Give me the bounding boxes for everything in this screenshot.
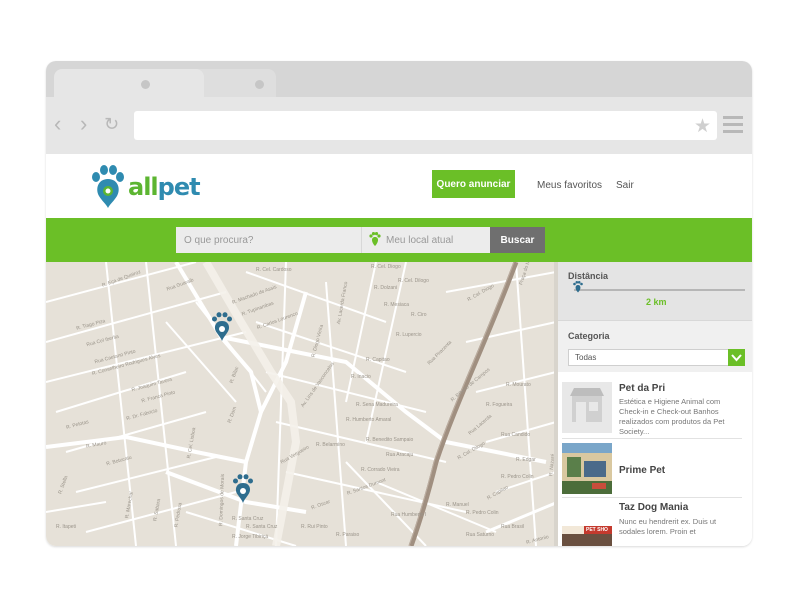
slider-handle-icon[interactable] [573,281,583,293]
street-label: R. Pedro Colin [466,510,499,516]
star-icon[interactable]: ★ [694,115,711,138]
result-title[interactable]: Pet da Pri [619,383,665,394]
location-placeholder: Meu local atual [386,234,454,246]
tab-close-icon[interactable] [255,80,264,89]
buscar-button[interactable]: Buscar [490,227,545,253]
result-item[interactable]: PET SHO Taz Dog Mania Nunc eu hendrerit … [562,502,742,546]
forward-icon[interactable]: › [80,113,87,135]
address-bar[interactable]: ★ [134,111,717,140]
site-header: allpet Quero anunciar Meus favoritos Sai… [46,154,752,218]
back-icon[interactable]: ‹ [54,113,61,135]
street-label: R. Inacio [351,374,371,380]
street-label: R. Itapeti [56,524,77,530]
street-label: R. Paraiso [336,532,360,538]
search-input[interactable]: O que procura? [176,227,361,253]
quero-anunciar-button[interactable]: Quero anunciar [432,170,515,198]
tab-close-icon[interactable] [141,80,150,89]
map-pin-icon[interactable] [211,312,233,342]
reload-icon[interactable]: ↻ [104,115,119,133]
results-panel: Distância 2 km Categoria Todas Pet da Pr… [558,262,752,546]
street-label: R. Benedito Sampaio [366,437,414,443]
street-label: R. Santa Cruz [246,524,278,530]
browser-toolbar: ‹ › ↻ ★ [46,97,752,154]
store-icon [562,382,612,433]
nav-link-sair[interactable]: Sair [616,180,634,191]
search-bar: O que procura? Meu local atual Buscar [46,218,752,262]
street-label: R. Corrado Vieira [361,467,400,473]
street-label: R. Edgar [516,457,536,463]
street-label: R. Manuel [446,502,469,508]
distance-filter: Distância 2 km [558,262,752,320]
result-title[interactable]: Prime Pet [619,465,665,476]
street-label: R. Dolzani [374,285,398,291]
paw-pin-icon [92,165,124,208]
result-item[interactable]: Pet da Pri Estética e Higiene Animal com… [562,378,742,439]
street-label: R. Mourato [506,382,531,388]
street-label: R. Capitao [366,357,390,363]
street-label: R. Santa Cruz [232,516,264,522]
nav-link-favoritos[interactable]: Meus favoritos [537,180,602,191]
street-label: R. Ciro [411,312,427,318]
category-selected: Todas [575,353,597,362]
street-label: R. Cel. Cardoso [256,267,292,273]
category-select[interactable]: Todas [568,349,745,366]
result-item[interactable]: Prime Pet [562,443,742,498]
logo[interactable]: allpet [90,164,201,210]
browser-window: ‹ › ↻ ★ allpet Quero anunciar Meus favor… [46,61,752,546]
chevron-down-icon[interactable] [728,349,745,366]
street-label: R. Cel. Diogo [371,264,401,270]
result-photo [562,443,612,494]
street-label: Rua Aracaju [386,452,414,458]
result-photo-sign: PET SHO [586,527,608,533]
category-label: Categoria [568,331,610,341]
web-page: allpet Quero anunciar Meus favoritos Sai… [46,154,752,546]
location-pin-icon [369,232,381,246]
street-label: R. Pedro Colin [501,474,534,480]
map-pin-icon[interactable] [232,474,254,504]
distance-slider-track[interactable] [574,289,745,291]
browser-chrome: ‹ › ↻ ★ [46,61,752,154]
result-description: Estética e Higiene Animal com Check-in e… [619,397,725,436]
street-label: R. Jorge Tibiriçá [232,534,269,540]
street-label: R. Belarmino [316,442,345,448]
distance-label: Distância [568,271,609,281]
street-label: Rua Saturno [466,532,495,538]
logo-text: allpet [128,173,201,201]
browser-tab-active[interactable] [54,69,204,99]
menu-icon[interactable] [723,116,743,137]
result-title[interactable]: Taz Dog Mania [619,502,688,513]
street-label: R. Fogueira [486,402,513,408]
street-label: R. Sena Madureira [356,402,398,408]
street-label: R. Lupercio [396,332,422,338]
street-label: R. Mesiaca [384,302,410,308]
result-photo: PET SHO [562,526,612,546]
distance-value: 2 km [646,297,667,307]
street-label: R. Rui Pinto [301,524,328,530]
map[interactable]: R. Cel. Diogo R. Cel. Dilogo R. Dolzani … [46,262,558,546]
category-filter: Categoria Todas [558,320,752,372]
street-label: R. Humberto Amaral [346,417,392,423]
location-input[interactable]: Meu local atual [361,227,490,253]
street-label: Rua Brasil [501,524,525,530]
result-description: Nunc eu hendrerit ex. Duis ut sodales lo… [619,517,717,536]
street-label: R. Cel. Dilogo [398,278,429,284]
street-label: Rua Humberto I [391,512,427,518]
street-label: Rua Candido [501,432,531,438]
